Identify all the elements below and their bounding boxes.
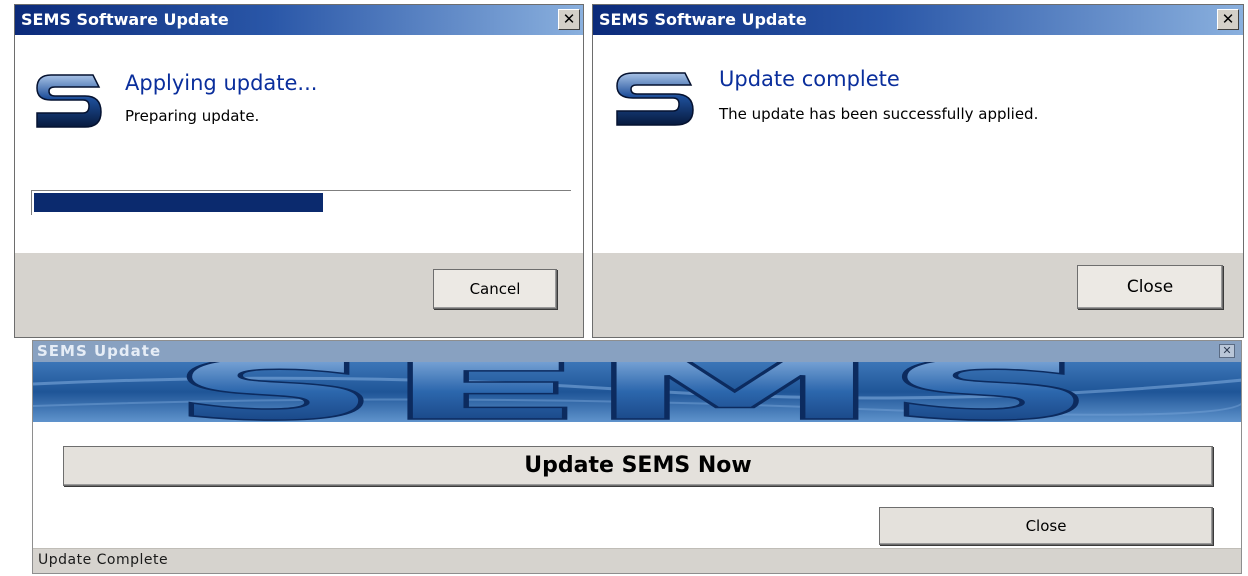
- dialog-footer: Cancel: [15, 253, 583, 337]
- sems-logo-icon: [36, 74, 102, 128]
- update-complete-window: SEMS Software Update ✕ Update complete T…: [592, 4, 1244, 338]
- close-button[interactable]: Close: [1077, 265, 1223, 309]
- dialog-footer: Close: [593, 253, 1243, 337]
- close-icon[interactable]: ✕: [1219, 344, 1235, 358]
- window-title: SEMS Software Update: [599, 10, 807, 29]
- progress-bar: [31, 190, 571, 215]
- status-bar: Update Complete: [33, 548, 1241, 573]
- title-bar[interactable]: SEMS Software Update ✕: [593, 5, 1243, 35]
- banner-text: SEMS: [168, 362, 1098, 422]
- cancel-button[interactable]: Cancel: [433, 269, 557, 309]
- close-button[interactable]: Close: [879, 507, 1213, 545]
- sems-update-window: SEMS Update ✕ SEMS Update SEMS Now Close…: [32, 340, 1242, 574]
- status-message: The update has been successfully applied…: [719, 105, 1039, 123]
- close-icon[interactable]: ✕: [558, 9, 580, 30]
- sems-logo-icon: [616, 72, 694, 126]
- sems-banner: SEMS: [33, 362, 1241, 422]
- status-heading: Update complete: [719, 67, 900, 91]
- update-sems-now-button[interactable]: Update SEMS Now: [63, 446, 1213, 486]
- close-icon[interactable]: ✕: [1217, 9, 1239, 30]
- status-heading: Applying update...: [125, 71, 318, 95]
- window-title: SEMS Software Update: [21, 10, 229, 29]
- applying-update-window: SEMS Software Update ✕ Applying update..…: [14, 4, 584, 338]
- status-message: Preparing update.: [125, 107, 260, 125]
- progress-fill: [34, 193, 323, 212]
- title-bar[interactable]: SEMS Software Update ✕: [15, 5, 583, 35]
- title-bar[interactable]: SEMS Update ✕: [33, 341, 1241, 362]
- window-title: SEMS Update: [37, 342, 162, 360]
- status-text: Update Complete: [38, 552, 169, 568]
